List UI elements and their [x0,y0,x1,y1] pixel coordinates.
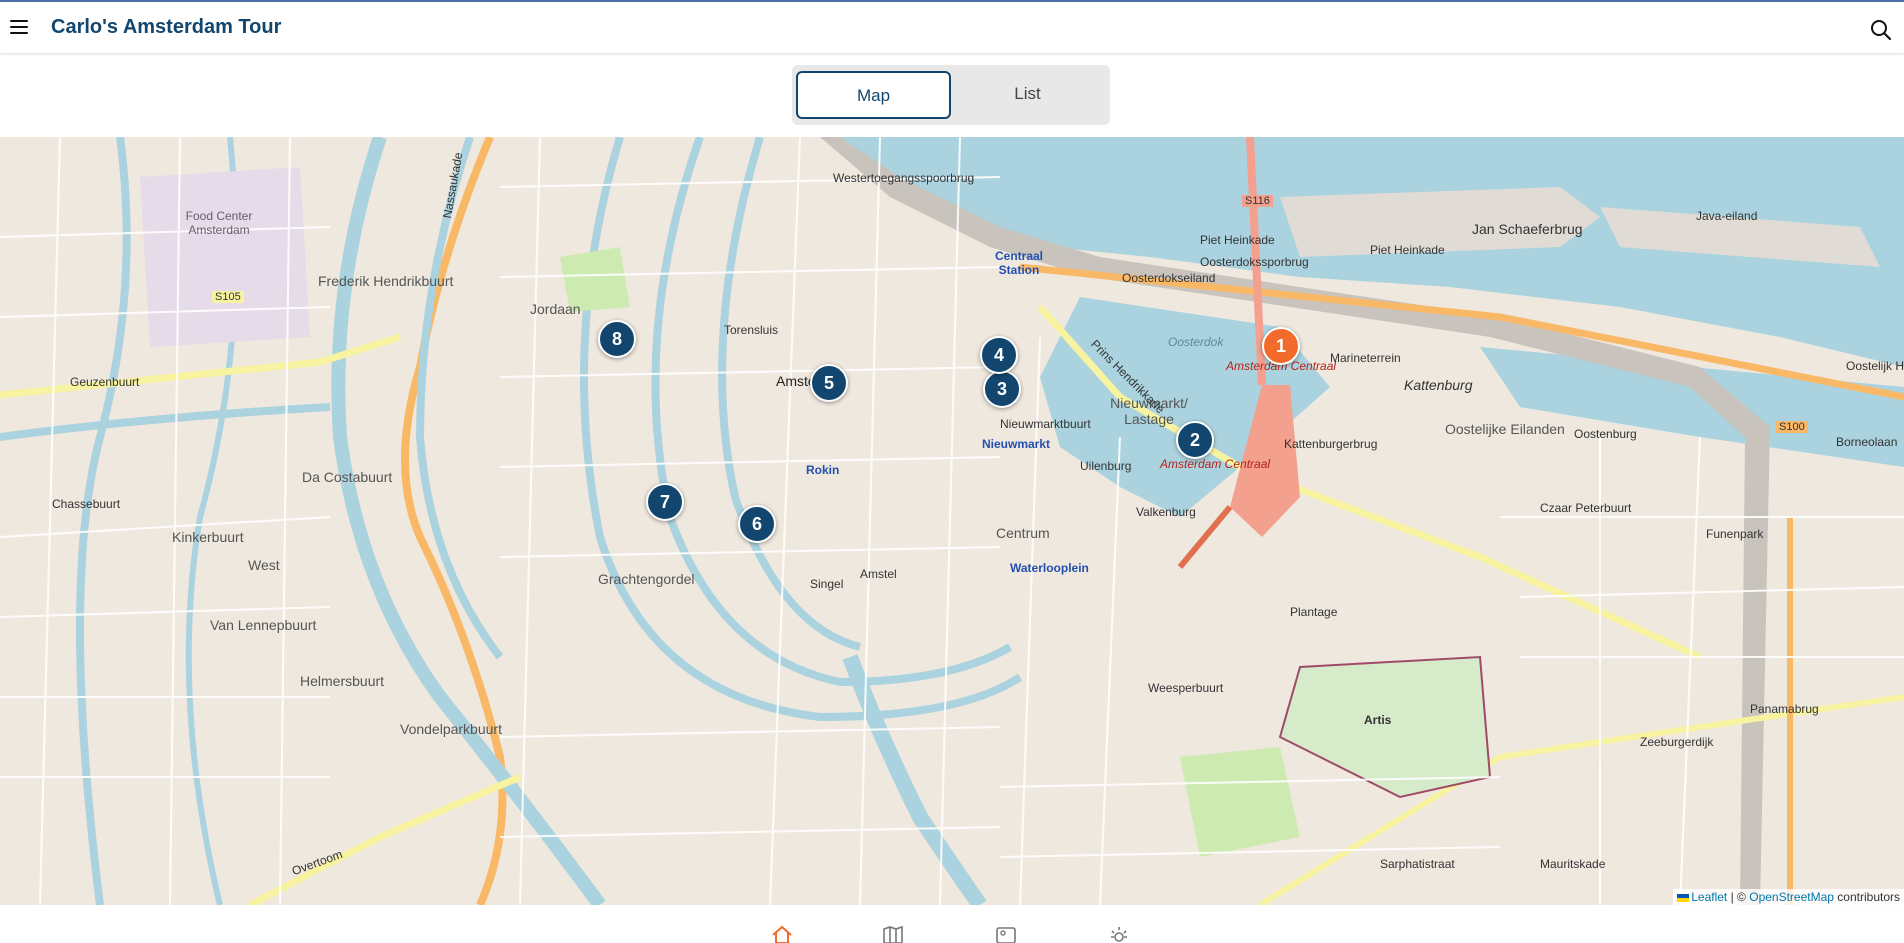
map-label: Oostelijk Have [1846,359,1904,373]
map-view[interactable]: Westertoegangsspoorbrug Oosterdokssporbr… [0,137,1904,905]
map-label: Artis [1364,713,1392,727]
map-label: Marineterrein [1330,351,1401,365]
tour-stop-marker-6[interactable]: 6 [738,505,776,543]
map-label: Vondelparkbuurt [400,721,502,737]
bottom-nav [0,905,1904,943]
osm-link[interactable]: OpenStreetMap [1749,890,1834,904]
map-label: Jordaan [530,301,581,317]
tour-stop-marker-8[interactable]: 8 [598,320,636,358]
map-label: Weesperbuurt [1148,681,1224,695]
map-label: Czaar Peterbuurt [1540,501,1632,515]
map-icon[interactable] [882,925,904,943]
tour-stop-marker-3[interactable]: 3 [983,370,1021,408]
map-label: Plantage [1290,605,1338,619]
app-title: Carlo's Amsterdam Tour [51,16,282,38]
image-icon[interactable] [995,925,1017,943]
home-icon[interactable] [771,925,793,943]
map-label: Centraal Station [994,249,1044,277]
ukraine-flag-icon [1677,893,1690,902]
map-label: Torensluis [724,323,779,337]
map-label: Zeeburgerdijk [1640,735,1714,749]
map-label: Chassebuurt [52,497,121,511]
attribution-contributors: contributors [1837,890,1900,904]
gear-icon[interactable] [1108,925,1130,943]
map-label: Geuzenbuurt [70,375,140,389]
map-label: S105 [212,291,244,303]
tour-stop-marker-1[interactable]: 1 [1262,327,1300,365]
map-label: Helmersbuurt [300,673,385,689]
map-label: Nieuwmarktbuurt [1000,417,1091,431]
menu-icon[interactable] [10,18,28,36]
tour-stop-marker-5[interactable]: 5 [810,364,848,402]
map-label: Waterlooplein [1010,561,1089,575]
map-label: Kattenburgerbrug [1284,437,1378,451]
map-label: Food Center Amsterdam [185,209,253,237]
leaflet-link[interactable]: Leaflet [1691,890,1727,904]
map-label: West [248,557,280,573]
tour-stop-marker-7[interactable]: 7 [646,483,684,521]
map-label: Panamabrug [1750,702,1819,716]
map-label: Grachtengordel [598,571,695,587]
map-label: Kinkerbuurt [172,529,244,545]
map-label: Westertoegangsspoorbrug [833,171,975,185]
map-label: Amsterdam Centraal [1160,457,1271,471]
tour-stop-marker-4[interactable]: 4 [980,336,1018,374]
list-tab[interactable]: List [950,71,1105,119]
map-label: Jan Schaeferbrug [1472,221,1583,237]
map-label: Frederik Hendrikbuurt [318,273,454,289]
tour-stop-marker-2[interactable]: 2 [1176,421,1214,459]
map-label: Da Costabuurt [302,469,393,485]
map-tab[interactable]: Map [796,71,951,119]
map-tiles [0,137,1904,905]
map-label: Borneolaan [1836,435,1898,449]
map-label: Amstel [860,567,897,581]
map-label: Centrum [996,525,1050,541]
view-toggle: Map List [792,65,1110,125]
map-label: Valkenburg [1136,505,1196,519]
map-label: Rokin [806,463,840,477]
map-label: Uilenburg [1080,459,1132,473]
map-label: Oosterdokseiland [1122,271,1216,285]
app-header: Carlo's Amsterdam Tour [0,0,1904,53]
map-label: Kattenburg [1404,377,1473,393]
map-label: Oostelijke Eilanden [1445,421,1565,437]
map-label: S116 [1242,195,1273,207]
map-attribution: Leaflet | © OpenStreetMap contributors [1673,889,1904,905]
map-label: Sarphatistraat [1380,857,1455,871]
map-label: Mauritskade [1540,857,1606,871]
map-label: Java-eiland [1696,209,1758,223]
map-label: Singel [810,577,844,591]
map-label: Piet Heinkade [1200,233,1275,247]
map-label: Nieuwmarkt [982,437,1051,451]
map-label: Oosterdok [1168,335,1224,349]
map-label: Oosterdokssporbrug [1200,255,1309,269]
map-label: S100 [1776,421,1808,433]
map-label: Piet Heinkade [1370,243,1445,257]
map-label: Oostenburg [1574,427,1637,441]
map-label: Funenpark [1706,527,1764,541]
attribution-separator: | © [1730,890,1746,904]
map-label: Van Lennepbuurt [210,617,317,633]
search-icon[interactable] [1870,19,1892,41]
